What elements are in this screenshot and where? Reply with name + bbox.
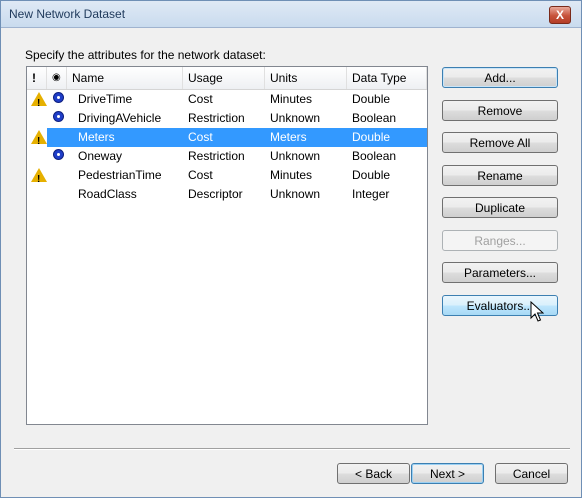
default-attribute-icon bbox=[53, 149, 64, 160]
duplicate-button[interactable]: Duplicate bbox=[442, 197, 558, 218]
table-row[interactable]: Oneway Restriction Unknown Boolean bbox=[27, 147, 427, 166]
cell-data-type: Integer bbox=[352, 187, 390, 201]
cell-name: Oneway bbox=[78, 149, 123, 163]
default-attribute-icon bbox=[53, 111, 64, 122]
header-default[interactable]: ◉ bbox=[47, 67, 67, 89]
cell-units: Unknown bbox=[270, 149, 321, 163]
cancel-button[interactable]: Cancel bbox=[495, 463, 568, 484]
warning-icon: ! bbox=[31, 168, 47, 185]
remove-button[interactable]: Remove bbox=[442, 100, 558, 121]
cell-usage: Descriptor bbox=[188, 187, 243, 201]
cell-usage: Cost bbox=[188, 168, 213, 182]
header-usage[interactable]: Usage bbox=[183, 67, 265, 89]
cell-units: Minutes bbox=[270, 168, 313, 182]
parameters-button[interactable]: Parameters... bbox=[442, 262, 558, 283]
dialog-window: New Network Dataset X Specify the attrib… bbox=[0, 0, 582, 498]
cell-name: PedestrianTime bbox=[78, 168, 162, 182]
next-button[interactable]: Next > bbox=[411, 463, 484, 484]
header-data-type[interactable]: Data Type bbox=[347, 67, 427, 89]
attributes-list[interactable]: ! ◉ Name Usage Units Data Type ! DriveTim… bbox=[26, 66, 428, 425]
warning-icon: ! bbox=[31, 92, 47, 109]
rename-button[interactable]: Rename bbox=[442, 165, 558, 186]
cell-name: DrivingAVehicle bbox=[78, 111, 162, 125]
header-name[interactable]: Name bbox=[67, 67, 183, 89]
title-bar[interactable]: New Network Dataset X bbox=[1, 1, 581, 28]
default-attribute-icon bbox=[53, 92, 64, 103]
table-row[interactable]: DrivingAVehicle Restriction Unknown Boolean bbox=[27, 109, 427, 128]
warning-icon: ! bbox=[31, 130, 47, 147]
cell-units: Meters bbox=[270, 130, 307, 144]
cell-data-type: Boolean bbox=[352, 149, 397, 163]
remove-all-button[interactable]: Remove All bbox=[442, 132, 558, 153]
window-title: New Network Dataset bbox=[9, 7, 126, 21]
cell-name: Meters bbox=[78, 130, 115, 144]
back-button[interactable]: < Back bbox=[337, 463, 410, 484]
cell-usage: Cost bbox=[188, 130, 213, 144]
cell-units: Unknown bbox=[270, 111, 321, 125]
cell-name: DriveTime bbox=[78, 92, 133, 106]
table-row[interactable]: ! PedestrianTime Cost Minutes Double bbox=[27, 166, 427, 185]
cell-usage: Cost bbox=[188, 92, 213, 106]
cell-data-type: Double bbox=[352, 168, 391, 182]
cell-usage: Restriction bbox=[188, 111, 245, 125]
footer-separator bbox=[14, 448, 570, 450]
close-button[interactable]: X bbox=[549, 6, 571, 24]
cell-name: RoadClass bbox=[78, 187, 137, 201]
cell-units: Unknown bbox=[270, 187, 321, 201]
table-row[interactable]: ! DriveTime Cost Minutes Double bbox=[27, 90, 427, 109]
add-button[interactable]: Add... bbox=[442, 67, 558, 88]
instruction-label: Specify the attributes for the network d… bbox=[25, 48, 266, 62]
cell-data-type: Double bbox=[352, 92, 391, 106]
cell-data-type: Double bbox=[352, 130, 391, 144]
table-row[interactable]: ! Meters Cost Meters Double bbox=[27, 128, 427, 147]
dialog-content: Specify the attributes for the network d… bbox=[7, 31, 577, 491]
table-row[interactable]: RoadClass Descriptor Unknown Integer bbox=[27, 185, 427, 204]
header-warning[interactable]: ! bbox=[27, 67, 47, 89]
cell-units: Minutes bbox=[270, 92, 313, 106]
cell-data-type: Boolean bbox=[352, 111, 397, 125]
list-header: ! ◉ Name Usage Units Data Type bbox=[27, 67, 427, 90]
cell-usage: Restriction bbox=[188, 149, 245, 163]
ranges-button[interactable]: Ranges... bbox=[442, 230, 558, 251]
header-units[interactable]: Units bbox=[265, 67, 347, 89]
mouse-pointer-icon bbox=[530, 301, 544, 322]
